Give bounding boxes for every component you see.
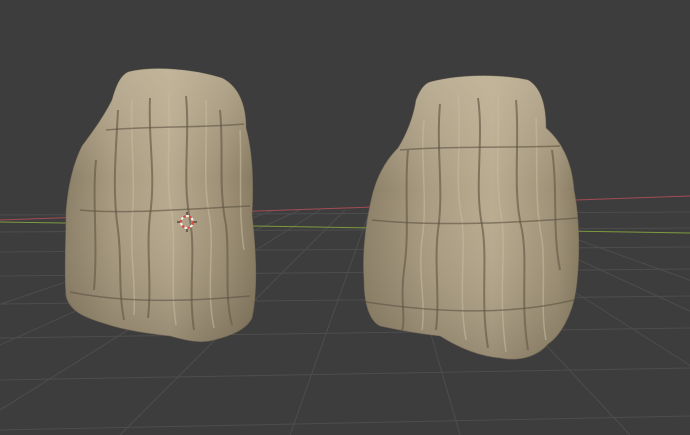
rock-left[interactable] <box>64 68 257 342</box>
rock-right[interactable] <box>363 75 580 360</box>
3d-viewport[interactable] <box>0 0 690 435</box>
viewport-canvas[interactable] <box>0 0 690 435</box>
